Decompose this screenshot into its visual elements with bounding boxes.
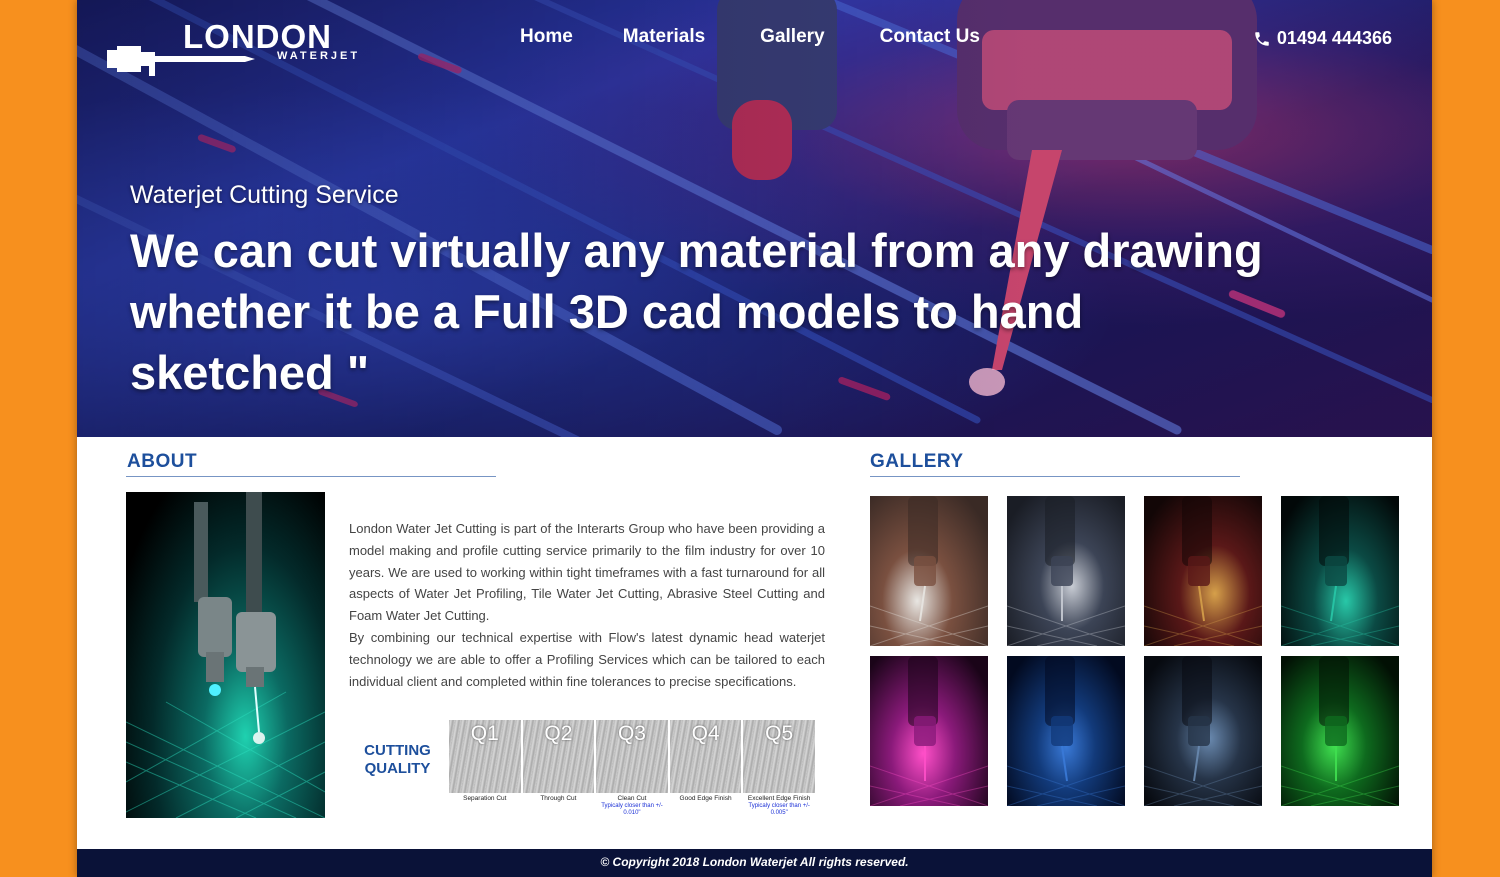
phone-contact[interactable]: 01494 444366 xyxy=(1253,28,1392,49)
gallery-image-2[interactable] xyxy=(1007,496,1125,646)
hero-headline: We can cut virtually any material from a… xyxy=(130,224,1263,399)
hero-subtitle: Waterjet Cutting Service xyxy=(130,181,399,209)
about-paragraph-1: London Water Jet Cutting is part of the … xyxy=(349,521,825,624)
quality-swatch: Q4 xyxy=(669,720,742,793)
quality-swatch: Q5 xyxy=(743,720,815,793)
quality-level-q5: Q5 Excellent Edge Finish Typicaly closer… xyxy=(743,720,815,817)
footer: © Copyright 2018 London Waterjet All rig… xyxy=(77,849,1432,877)
quality-swatch: Q3 xyxy=(596,720,668,793)
gallery-grid xyxy=(870,496,1399,806)
about-image xyxy=(126,492,325,818)
quality-level-q1: Q1 Separation Cut xyxy=(449,720,521,817)
gallery-image-3[interactable] xyxy=(1144,496,1262,646)
about-title: ABOUT xyxy=(127,451,198,472)
copyright-text: © Copyright 2018 London Waterjet All rig… xyxy=(600,855,909,869)
gallery-image-6[interactable] xyxy=(1007,656,1125,806)
quality-level-q2: Q2 Through Cut xyxy=(522,720,595,817)
nav-materials[interactable]: Materials xyxy=(623,26,705,48)
gallery-image-1[interactable] xyxy=(870,496,988,646)
brand-logo[interactable]: LONDON WATERJET xyxy=(105,18,357,80)
phone-icon xyxy=(1255,31,1269,46)
gallery-image-7[interactable] xyxy=(1144,656,1262,806)
main-nav: Home Materials Gallery Contact Us xyxy=(520,26,980,48)
gallery-image-4[interactable] xyxy=(1281,496,1399,646)
page-frame: LONDON WATERJET Home Materials Gallery C… xyxy=(77,0,1432,877)
nav-contact-us[interactable]: Contact Us xyxy=(880,26,980,48)
quality-level-q4: Q4 Good Edge Finish xyxy=(669,720,742,817)
brand-subtitle: WATERJET xyxy=(277,50,361,62)
nav-gallery[interactable]: Gallery xyxy=(760,26,824,48)
gallery-image-5[interactable] xyxy=(870,656,988,806)
quality-level-q3: Q3 Clean Cut Typicaly closer than +/- 0.… xyxy=(596,720,668,817)
cutting-quality-chart: Q1 Separation Cut Q2 Through Cut Q3 Clea… xyxy=(449,720,815,817)
hero-banner: LONDON WATERJET Home Materials Gallery C… xyxy=(77,0,1432,437)
about-text: London Water Jet Cutting is part of the … xyxy=(349,518,825,692)
quality-swatch: Q2 xyxy=(522,720,595,793)
quality-swatch: Q1 xyxy=(449,720,521,793)
phone-number: 01494 444366 xyxy=(1276,28,1392,48)
cutting-quality-label: CUTTING QUALITY xyxy=(364,742,431,777)
gallery-divider xyxy=(870,476,1240,477)
gallery-image-8[interactable] xyxy=(1281,656,1399,806)
about-divider xyxy=(126,476,496,477)
nav-home[interactable]: Home xyxy=(520,26,573,48)
about-paragraph-2: By combining our technical expertise wit… xyxy=(349,629,825,689)
gallery-title: GALLERY xyxy=(870,451,964,472)
